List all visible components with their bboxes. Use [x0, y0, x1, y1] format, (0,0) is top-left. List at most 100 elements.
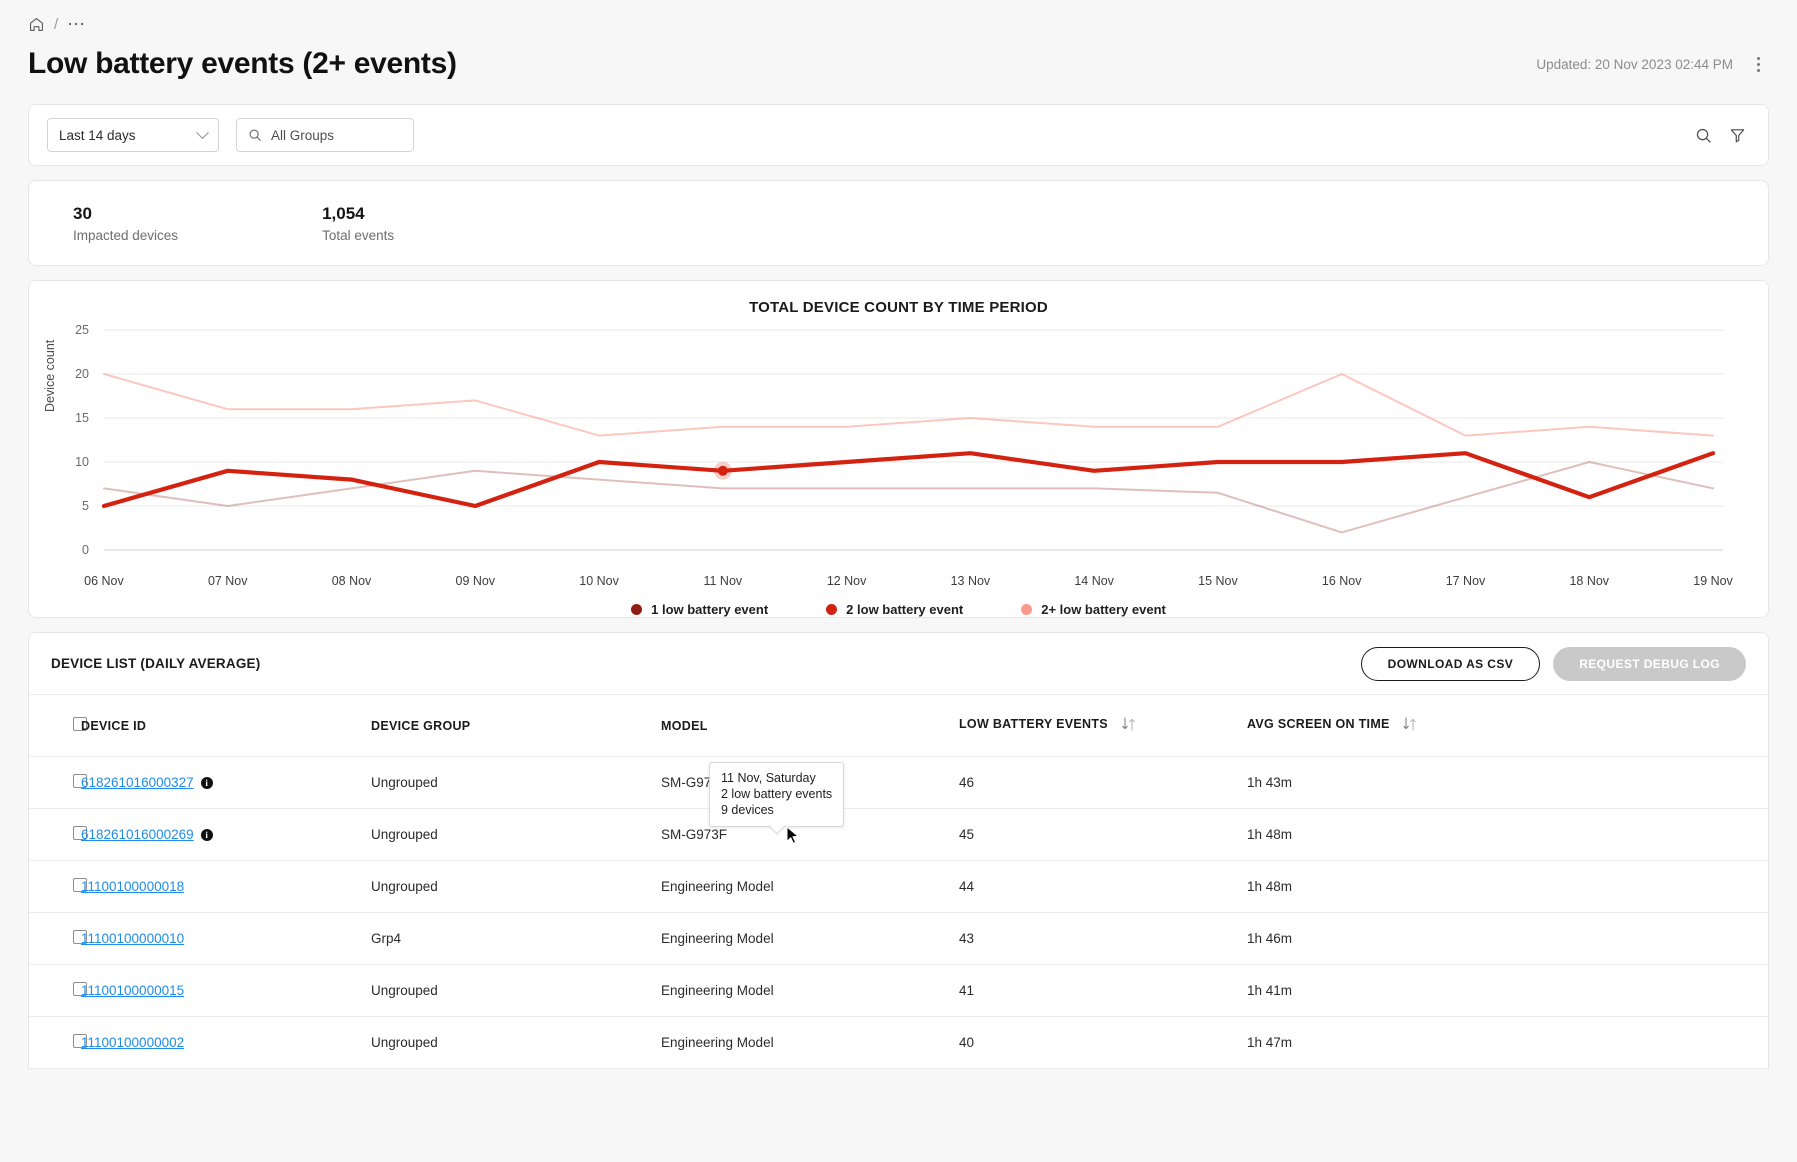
device-table: DEVICE ID DEVICE GROUP MODEL LOW BATTERY…: [29, 695, 1768, 1069]
row-select-cell: [29, 964, 87, 1017]
device-list-toolbar: DEVICE LIST (DAILY AVERAGE) DOWNLOAD AS …: [29, 633, 1768, 695]
device-id-link[interactable]: 11100100000018: [81, 879, 184, 894]
sort-icon[interactable]: [1402, 717, 1417, 734]
column-header-model[interactable]: MODEL: [661, 695, 959, 757]
device-id-link[interactable]: 11100100000015: [81, 983, 184, 998]
column-header-label: AVG SCREEN ON TIME: [1247, 717, 1390, 731]
column-header-low-battery-events[interactable]: LOW BATTERY EVENTS: [959, 695, 1247, 757]
chart-title: TOTAL DEVICE COUNT BY TIME PERIOD: [749, 299, 1048, 316]
select-all-header: [29, 695, 87, 757]
request-debug-log-button: REQUEST DEBUG LOG: [1553, 646, 1746, 681]
chart-svg[interactable]: 0 5 10 15 20 25: [29, 320, 1768, 570]
column-header-device-id[interactable]: DEVICE ID: [81, 695, 371, 757]
legend-item-2plus-low-battery-event[interactable]: 2+ low battery event: [1021, 602, 1166, 617]
group-search-placeholder: All Groups: [271, 127, 335, 143]
search-icon[interactable]: [1690, 122, 1716, 148]
cell-avg-screen-on-time: 1h 46m: [1247, 912, 1768, 965]
device-id-link[interactable]: 618261016000269: [81, 827, 194, 842]
legend-label: 2+ low battery event: [1041, 602, 1166, 617]
legend-color-dot: [826, 604, 838, 615]
chart-gridlines: [104, 330, 1723, 550]
chevron-down-icon: [196, 125, 209, 139]
table-header-row: DEVICE ID DEVICE GROUP MODEL LOW BATTERY…: [29, 695, 1768, 757]
row-select-cell: [29, 860, 87, 913]
x-tick-label: 07 Nov: [208, 574, 248, 588]
info-icon[interactable]: i: [200, 829, 213, 841]
date-range-value: Last 14 days: [59, 127, 136, 143]
cell-device-group: Ungrouped: [371, 860, 661, 913]
table-row: 618261016000327 i Ungrouped SM-G973F 46 1h 43…: [29, 756, 1768, 809]
legend-color-dot: [1021, 604, 1033, 615]
cell-avg-screen-on-time: 1h 48m: [1247, 808, 1768, 861]
page-title: Low battery events (2+ events): [28, 47, 457, 80]
cell-model: Engineering Model: [661, 860, 959, 913]
cell-device-group: Ungrouped: [371, 964, 661, 1017]
x-tick-label: 15 Nov: [1198, 574, 1238, 588]
cell-avg-screen-on-time: 1h 47m: [1247, 1016, 1768, 1069]
date-range-select[interactable]: Last 14 days: [47, 118, 219, 152]
chart-legend: 1 low battery event 2 low battery event …: [29, 602, 1768, 617]
cell-device-id: 11100100000015: [81, 964, 371, 1017]
cell-low-battery-events: 40: [959, 1016, 1247, 1069]
x-tick-label: 13 Nov: [951, 574, 991, 588]
download-as-csv-button[interactable]: DOWNLOAD AS CSV: [1360, 646, 1541, 681]
column-header-device-group[interactable]: DEVICE GROUP: [371, 695, 661, 757]
table-row: 11100100000002 Ungrouped Engineering Model…: [29, 1016, 1768, 1069]
column-header-avg-screen-on-time[interactable]: AVG SCREEN ON TIME: [1247, 695, 1768, 757]
x-tick-label: 17 Nov: [1446, 574, 1486, 588]
breadcrumb-more-button[interactable]: ⋯: [67, 15, 87, 33]
chart-y-axis-title: Device count: [43, 339, 57, 412]
cell-device-id: 11100100000010: [81, 912, 371, 965]
legend-item-2-low-battery-event[interactable]: 2 low battery event: [826, 602, 963, 617]
tooltip-events: 2 low battery events: [721, 787, 833, 801]
stat-label: Total events: [322, 228, 395, 243]
sort-icon[interactable]: [1121, 717, 1136, 734]
x-tick-label: 08 Nov: [332, 574, 372, 588]
search-icon: [248, 128, 262, 142]
x-tick-label: 06 Nov: [84, 574, 124, 588]
last-updated-text: Updated: 20 Nov 2023 02:44 PM: [1536, 56, 1733, 72]
x-tick-label: 16 Nov: [1322, 574, 1362, 588]
cell-device-id: 11100100000002: [81, 1016, 371, 1069]
table-row: 11100100000010 Grp4 Engineering Model 43 1h …: [29, 912, 1768, 965]
cell-device-id: 618261016000269 i: [81, 808, 371, 861]
svg-text:15: 15: [75, 411, 89, 425]
x-tick-label: 11 Nov: [704, 574, 743, 588]
stat-value: 1,054: [322, 204, 365, 223]
chart-series-0: [104, 462, 1713, 532]
device-id-link[interactable]: 618261016000327: [81, 775, 194, 790]
device-table-body: 618261016000327 i Ungrouped SM-G973F 46 1h 43…: [29, 756, 1768, 1069]
table-row: 11100100000015 Ungrouped Engineering Model…: [29, 964, 1768, 1017]
x-tick-label: 19 Nov: [1693, 574, 1733, 588]
cell-low-battery-events: 44: [959, 860, 1247, 913]
legend-color-dot: [631, 604, 643, 615]
info-icon[interactable]: i: [200, 777, 213, 789]
row-select-cell: [29, 808, 87, 861]
group-search-input[interactable]: All Groups: [236, 118, 414, 152]
tooltip-date: 11 Nov, Saturday: [721, 771, 816, 785]
cell-model: Engineering Model: [661, 912, 959, 965]
home-icon[interactable]: [28, 16, 45, 33]
x-tick-label: 18 Nov: [1569, 574, 1609, 588]
chart-y-tick-labels: 0 5 10 15 20 25: [75, 323, 89, 557]
device-list-buttons: DOWNLOAD AS CSV REQUEST DEBUG LOG: [1360, 646, 1746, 681]
kebab-menu-icon[interactable]: [1747, 51, 1769, 77]
filter-bar: Last 14 days All Groups: [28, 104, 1769, 166]
stat-impacted-devices: 30 Impacted devices: [73, 203, 178, 243]
page-header: Low battery events (2+ events) Updated: …: [0, 36, 1797, 92]
svg-text:0: 0: [82, 543, 89, 557]
cell-avg-screen-on-time: 1h 43m: [1247, 756, 1768, 809]
stat-total-events: 1,054 Total events: [322, 203, 394, 243]
cell-low-battery-events: 45: [959, 808, 1247, 861]
cell-device-group: Grp4: [371, 912, 661, 965]
legend-item-1-low-battery-event[interactable]: 1 low battery event: [631, 602, 768, 617]
filter-icon[interactable]: [1724, 122, 1750, 148]
cell-device-group: Ungrouped: [371, 1016, 661, 1069]
x-tick-label: 10 Nov: [579, 574, 619, 588]
chart-series-2: [104, 374, 1713, 436]
device-id-link[interactable]: 11100100000002: [81, 1035, 184, 1050]
cell-device-group: Ungrouped: [371, 808, 661, 861]
chart-series-1: [104, 453, 1713, 506]
device-id-link[interactable]: 11100100000010: [81, 931, 184, 946]
breadcrumb: / ⋯: [0, 0, 1797, 36]
